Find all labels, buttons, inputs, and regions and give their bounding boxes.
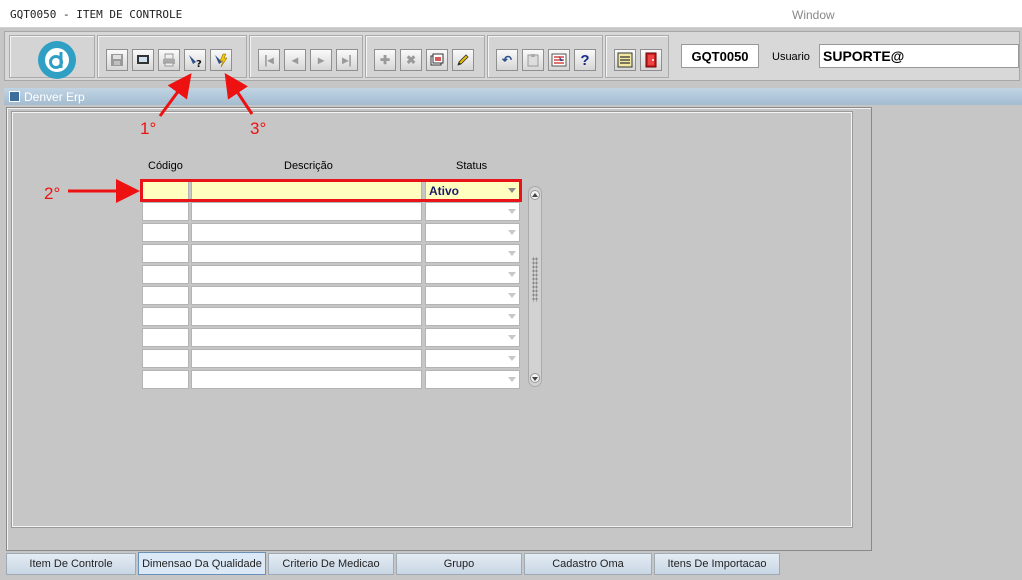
- user-field[interactable]: [819, 44, 1019, 68]
- status-select[interactable]: [425, 328, 520, 347]
- annotation-step-3: 3°: [250, 119, 267, 138]
- app-bar: Denver Erp: [4, 88, 1022, 105]
- plus-icon[interactable]: ✚: [374, 49, 396, 71]
- last-record-icon[interactable]: ▸|: [336, 49, 358, 71]
- description-cell[interactable]: [191, 265, 422, 284]
- pencil-icon[interactable]: [452, 49, 474, 71]
- chevron-down-icon[interactable]: [508, 188, 516, 193]
- user-label: Usuario: [772, 51, 810, 63]
- chevron-down-icon[interactable]: [508, 335, 516, 340]
- description-cell[interactable]: [191, 328, 422, 347]
- description-cell[interactable]: [191, 181, 422, 200]
- navigation-group: |◂ ◂ ▸ ▸|: [249, 35, 363, 78]
- code-cell[interactable]: [142, 307, 189, 326]
- menu-icon[interactable]: [614, 49, 636, 71]
- screen-icon[interactable]: [132, 49, 154, 71]
- x-icon[interactable]: ✖: [400, 49, 422, 71]
- status-select[interactable]: [425, 202, 520, 221]
- window-title: GQT0050 - ITEM DE CONTROLE: [10, 8, 183, 21]
- window-title-bar: GQT0050 - ITEM DE CONTROLE Window: [0, 0, 1022, 28]
- description-cell[interactable]: [191, 370, 422, 389]
- code-cell[interactable]: [142, 349, 189, 368]
- tab-item-de-controle[interactable]: Item De Controle: [6, 553, 136, 575]
- status-select[interactable]: [425, 223, 520, 242]
- chevron-down-icon[interactable]: [508, 356, 516, 361]
- description-cell[interactable]: [191, 307, 422, 326]
- chevron-down-icon[interactable]: [508, 230, 516, 235]
- clipboard-icon[interactable]: [522, 49, 544, 71]
- status-select[interactable]: [425, 244, 520, 263]
- exit-icon[interactable]: [640, 49, 662, 71]
- chevron-down-icon[interactable]: [508, 251, 516, 256]
- description-cell[interactable]: [191, 286, 422, 305]
- duplicate-icon[interactable]: [426, 49, 448, 71]
- description-cell[interactable]: [191, 244, 422, 263]
- chevron-down-icon[interactable]: [508, 377, 516, 382]
- file-group: ?: [97, 35, 247, 78]
- status-select[interactable]: Ativo: [425, 181, 520, 200]
- toolbar: ? |◂ ◂ ▸ ▸| ✚ ✖ ↶ ? GQT0050 Usuario SUPO…: [4, 31, 1020, 81]
- app-title: Denver Erp: [24, 90, 85, 104]
- next-record-icon[interactable]: ▸: [310, 49, 332, 71]
- tab-cadastro-oma[interactable]: Cadastro Oma: [524, 553, 652, 575]
- save-icon[interactable]: [106, 49, 128, 71]
- status-select[interactable]: [425, 307, 520, 326]
- status-value: Ativo: [429, 184, 459, 198]
- column-header-description: Descrição: [284, 160, 333, 172]
- code-cell[interactable]: [142, 202, 189, 221]
- tab-itens-de-importacao[interactable]: Itens De Importacao: [654, 553, 780, 575]
- code-cell[interactable]: [142, 181, 189, 200]
- chevron-down-icon[interactable]: [508, 272, 516, 277]
- tab-dimensao-da-qualidade[interactable]: Dimensao Da Qualidade: [138, 552, 266, 575]
- description-cell[interactable]: [191, 202, 422, 221]
- edit-group: ↶ ?: [487, 35, 603, 78]
- chevron-down-icon[interactable]: [508, 314, 516, 319]
- status-select[interactable]: [425, 349, 520, 368]
- tab-grupo[interactable]: Grupo: [396, 553, 522, 575]
- query-enter-icon[interactable]: ?: [184, 49, 206, 71]
- description-cell[interactable]: [191, 223, 422, 242]
- scroll-grip[interactable]: [532, 257, 538, 302]
- record-group: ✚ ✖: [365, 35, 485, 78]
- form-code: GQT0050: [681, 44, 759, 68]
- chevron-down-icon[interactable]: [508, 209, 516, 214]
- menu-exit-group: [605, 35, 669, 78]
- svg-text:?: ?: [196, 59, 202, 68]
- code-cell[interactable]: [142, 244, 189, 263]
- annotation-step-1: 1°: [140, 119, 157, 138]
- grid-scrollbar[interactable]: [528, 186, 542, 387]
- code-cell[interactable]: [142, 286, 189, 305]
- scroll-down-icon[interactable]: [530, 373, 540, 383]
- status-select[interactable]: [425, 265, 520, 284]
- code-cell[interactable]: [142, 328, 189, 347]
- logo-group: [9, 35, 95, 79]
- previous-record-icon[interactable]: ◂: [284, 49, 306, 71]
- scroll-up-icon[interactable]: [530, 190, 540, 200]
- first-record-icon[interactable]: |◂: [258, 49, 280, 71]
- app-window-icon: [9, 91, 20, 102]
- code-cell[interactable]: [142, 265, 189, 284]
- status-select[interactable]: [425, 370, 520, 389]
- status-select[interactable]: [425, 286, 520, 305]
- code-cell[interactable]: [142, 223, 189, 242]
- tab-criterio-de-medicao[interactable]: Criterio De Medicao: [268, 553, 394, 575]
- help-icon[interactable]: ?: [574, 49, 596, 71]
- undo-icon[interactable]: ↶: [496, 49, 518, 71]
- description-cell[interactable]: [191, 349, 422, 368]
- denver-logo-icon: [38, 41, 76, 79]
- column-header-code: Código: [148, 160, 183, 172]
- window-menu[interactable]: Window: [792, 8, 835, 22]
- query-execute-icon[interactable]: [210, 49, 232, 71]
- annotation-step-2: 2°: [44, 184, 61, 203]
- printer-icon[interactable]: [158, 49, 180, 71]
- column-header-status: Status: [456, 160, 488, 172]
- lov-icon[interactable]: [548, 49, 570, 71]
- code-cell[interactable]: [142, 370, 189, 389]
- chevron-down-icon[interactable]: [508, 293, 516, 298]
